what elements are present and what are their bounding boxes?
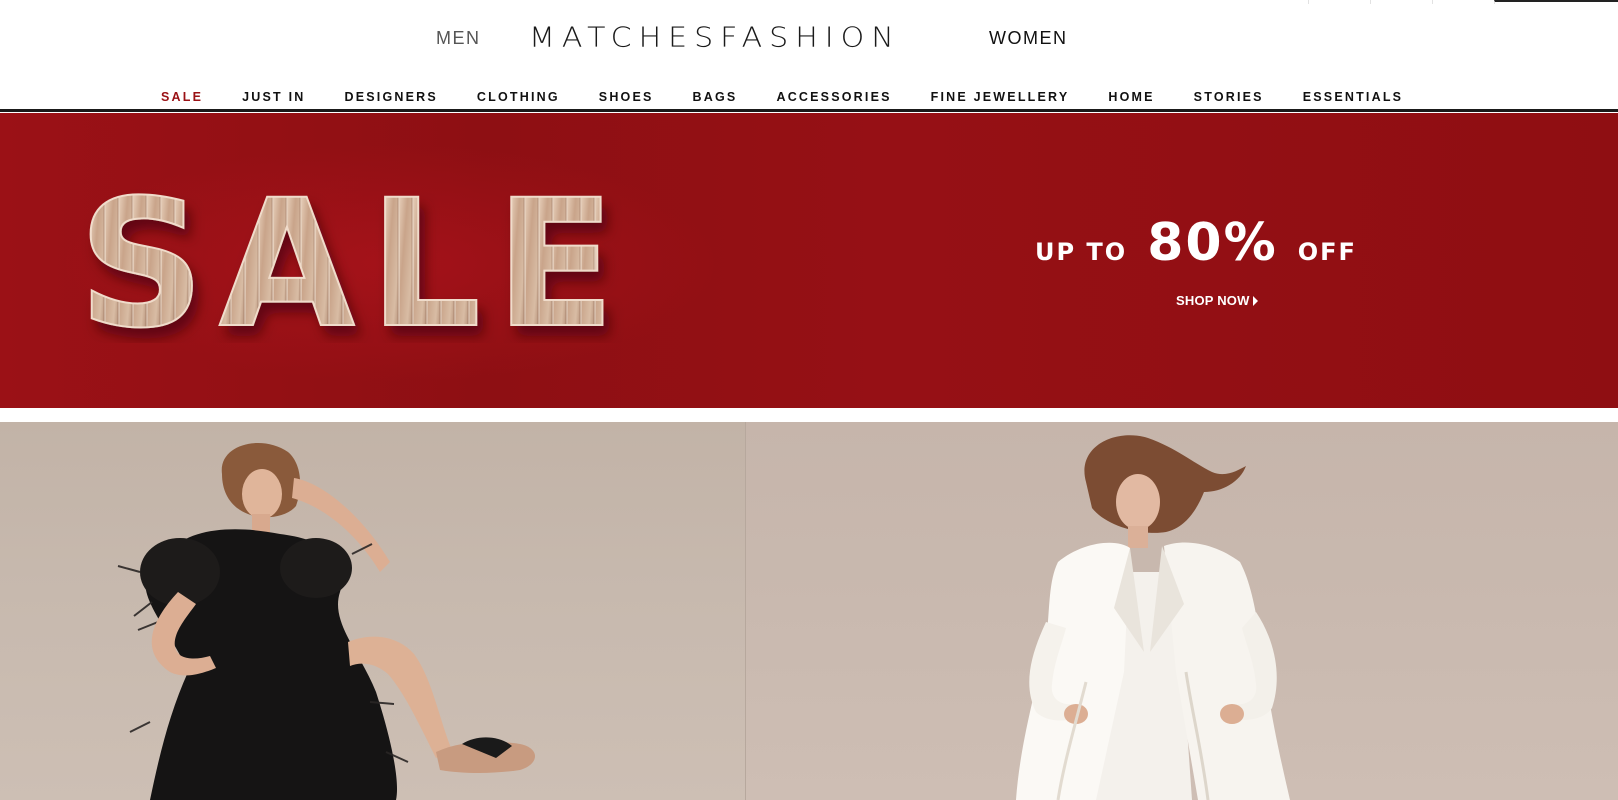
sale-banner[interactable]: SALE UP TO 80% OFF SHOP NOW <box>0 113 1618 408</box>
sale-art-text: SALE <box>78 173 629 343</box>
site-header: MEN MATCHESFASHION WOMEN <box>0 0 1618 72</box>
offer-prefix: UP TO <box>1035 238 1128 266</box>
main-nav: SALE JUST IN DESIGNERS CLOTHING SHOES BA… <box>0 84 1618 112</box>
nav-item-essentials[interactable]: ESSENTIALS <box>1303 90 1404 104</box>
editorial-panel-left[interactable] <box>0 422 745 800</box>
offer-percent: 80% <box>1147 213 1278 273</box>
nav-item-home[interactable]: HOME <box>1108 90 1154 104</box>
offer-headline: UP TO 80% OFF <box>1035 213 1357 273</box>
nav-divider <box>0 109 1618 112</box>
utility-slot[interactable] <box>1370 0 1432 4</box>
offer-suffix: OFF <box>1297 238 1357 266</box>
nav-item-accessories[interactable]: ACCESSORIES <box>776 90 891 104</box>
nav-item-just-in[interactable]: JUST IN <box>242 90 305 104</box>
utility-slot[interactable] <box>1432 0 1494 4</box>
model-white-suit-image <box>1016 435 1290 800</box>
caret-right-icon <box>1252 295 1258 306</box>
nav-item-shoes[interactable]: SHOES <box>599 90 654 104</box>
utility-slot[interactable] <box>1308 0 1370 4</box>
nav-item-stories[interactable]: STORIES <box>1194 90 1264 104</box>
nav-item-fine-jewellery[interactable]: FINE JEWELLERY <box>931 90 1070 104</box>
nav-item-bags[interactable]: BAGS <box>693 90 738 104</box>
model-black-dress-image <box>117 443 535 800</box>
utility-bar <box>1308 0 1618 4</box>
nav-item-designers[interactable]: DESIGNERS <box>344 90 437 104</box>
shop-now-label: SHOP NOW <box>1176 293 1250 308</box>
gender-link-men[interactable]: MEN <box>436 28 481 49</box>
nav-item-clothing[interactable]: CLOTHING <box>477 90 560 104</box>
nav-item-sale[interactable]: SALE <box>161 90 203 104</box>
utility-slot[interactable] <box>1494 0 1618 4</box>
gender-link-women[interactable]: WOMEN <box>989 28 1068 49</box>
sale-3d-lettering: SALE <box>77 161 678 368</box>
site-logo[interactable]: MATCHESFASHION <box>529 20 959 57</box>
shop-now-link[interactable]: SHOP NOW <box>1176 293 1258 308</box>
editorial-panel-right[interactable] <box>745 422 1618 800</box>
